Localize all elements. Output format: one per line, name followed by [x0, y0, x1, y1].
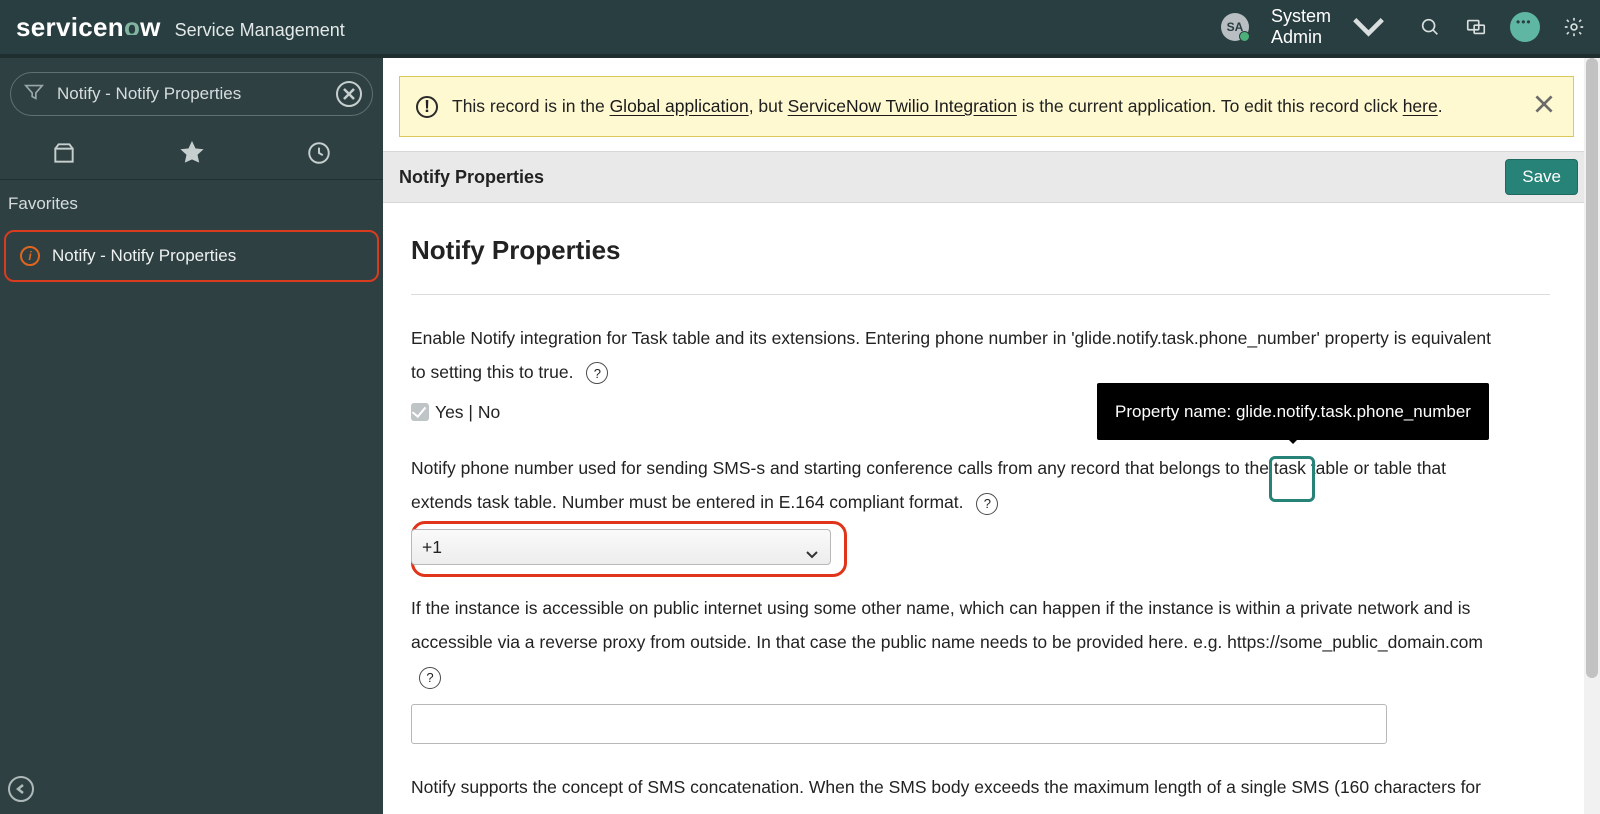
app-header: servicenow Service Management SA System … — [0, 0, 1600, 54]
save-button[interactable]: Save — [1505, 159, 1578, 195]
logo-wrap: servicenow Service Management — [16, 12, 345, 43]
chat-icon[interactable] — [1464, 15, 1488, 39]
logo-text-o: o — [124, 12, 140, 43]
servicenow-logo[interactable]: servicenow — [16, 12, 161, 43]
avatar-initials: SA — [1227, 20, 1244, 34]
header-right: SA System Admin — [1221, 0, 1586, 55]
nav-tabs — [0, 126, 383, 180]
gear-icon[interactable] — [1562, 15, 1586, 39]
yes-no-label: Yes | No — [435, 395, 500, 429]
application-scope-banner: ! This record is in the Global applicati… — [399, 76, 1574, 137]
main-scrollbar[interactable] — [1584, 58, 1600, 814]
nav-sidebar: Notify - Notify Properties Favorites i N… — [0, 58, 383, 814]
main-frame: ! This record is in the Global applicati… — [383, 58, 1600, 814]
username-label: System Admin — [1271, 6, 1331, 48]
form-content: Notify Properties Enable Notify integrat… — [383, 203, 1600, 814]
nav-filter-row: Notify - Notify Properties — [0, 58, 383, 126]
help-icon-phone[interactable]: ? — [976, 493, 998, 515]
logo-text-suffix: w — [140, 12, 161, 43]
banner-link-application[interactable]: application — [660, 96, 749, 116]
help-icon[interactable] — [1510, 12, 1540, 42]
property-sms-concat-description: Notify supports the concept of SMS conca… — [411, 770, 1511, 814]
property-phone-description: Notify phone number used for sending SMS… — [411, 451, 1501, 519]
chevron-down-icon — [804, 539, 820, 573]
banner-text: This record is in the Global application… — [452, 96, 1443, 117]
search-icon[interactable] — [1418, 15, 1442, 39]
info-icon: i — [20, 246, 40, 266]
help-icon-enable[interactable]: ? — [586, 362, 608, 384]
collapse-sidebar-button[interactable] — [8, 776, 34, 802]
favorite-item-notify-properties[interactable]: i Notify - Notify Properties — [4, 230, 379, 282]
property-enable-description: Enable Notify integration for Task table… — [411, 321, 1501, 389]
page-header-bar: Notify Properties Save — [383, 151, 1600, 203]
nav-tab-favorites[interactable] — [128, 126, 256, 179]
nav-filter-text: Notify - Notify Properties — [57, 84, 241, 104]
banner-close-button[interactable] — [1531, 91, 1557, 122]
divider — [411, 294, 1550, 295]
favorite-item-label: Notify - Notify Properties — [52, 246, 236, 266]
help-icon-public-url[interactable]: ? — [419, 667, 441, 689]
public-url-input[interactable] — [411, 704, 1387, 744]
nav-tab-history[interactable] — [255, 126, 383, 179]
property-public-url-description: If the instance is accessible on public … — [411, 591, 1501, 693]
phone-number-value: +1 — [422, 530, 442, 564]
scrollbar-thumb[interactable] — [1586, 58, 1598, 678]
public-url-field-wrap — [411, 704, 1550, 744]
favorites-heading: Favorites — [0, 180, 383, 224]
banner-link-global[interactable]: Global — [610, 96, 661, 116]
page-title: Notify Properties — [399, 167, 544, 188]
chevron-down-icon — [1341, 0, 1396, 55]
logo-text-prefix: servicen — [16, 12, 124, 43]
warning-icon: ! — [416, 96, 438, 118]
phone-number-select[interactable]: +1 — [411, 529, 831, 565]
checkbox-icon — [411, 403, 429, 421]
banner-link-here[interactable]: here — [1403, 96, 1438, 116]
banner-link-current-app[interactable]: ServiceNow Twilio Integration — [788, 96, 1017, 116]
form-heading: Notify Properties — [411, 225, 1550, 294]
funnel-icon — [23, 81, 45, 108]
user-menu[interactable]: System Admin — [1271, 0, 1396, 55]
phone-number-field-wrap: +1 — [411, 529, 1550, 565]
user-avatar[interactable]: SA — [1221, 13, 1249, 41]
clear-filter-button[interactable] — [336, 81, 362, 107]
nav-tab-all[interactable] — [0, 126, 128, 179]
property-tooltip: Property name: glide.notify.task.phone_n… — [1097, 383, 1489, 440]
product-name: Service Management — [175, 20, 345, 41]
nav-filter[interactable]: Notify - Notify Properties — [10, 72, 373, 116]
